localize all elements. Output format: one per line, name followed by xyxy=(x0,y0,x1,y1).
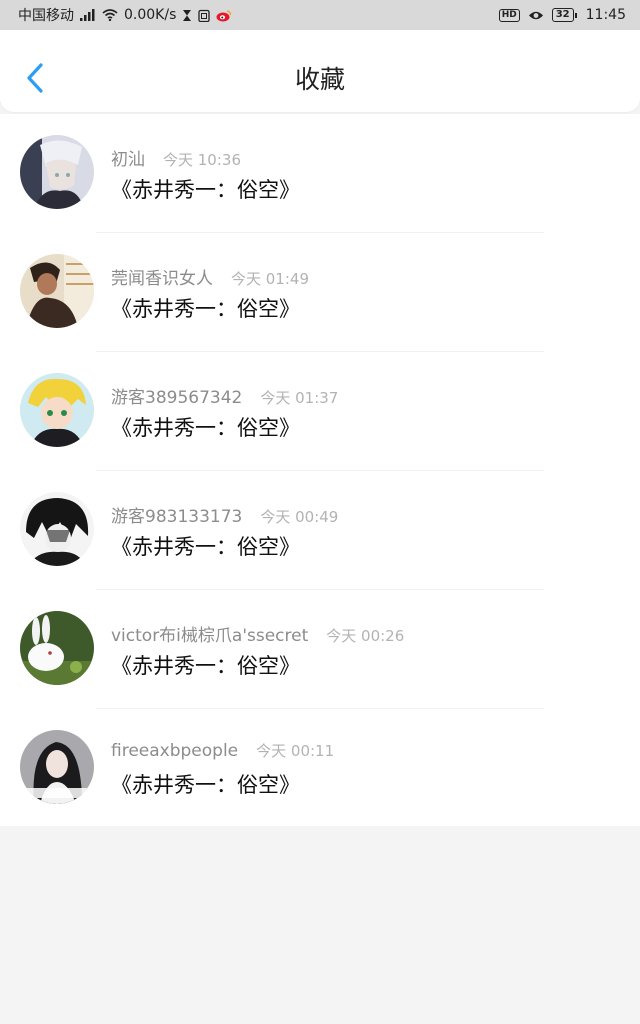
timestamp: 今天 00:26 xyxy=(326,627,405,645)
item-meta: fireeaxbpeople 今天 00:11 xyxy=(111,740,334,761)
favorite-title: 《赤井秀一：俗空》 xyxy=(111,654,300,678)
favorites-list: 初汕 今天 10:36 《赤井秀一：俗空》 莞闻香识女人 今天 01:49 《赤… xyxy=(0,114,640,826)
favorite-item[interactable]: 莞闻香识女人 今天 01:49 《赤井秀一：俗空》 xyxy=(0,233,640,352)
favorite-item[interactable]: fireeaxbpeople 今天 00:11 《赤井秀一：俗空》 xyxy=(0,709,640,828)
username: fireeaxbpeople xyxy=(111,741,239,761)
timestamp: 今天 10:36 xyxy=(163,151,241,169)
favorite-title: 《赤井秀一：俗空》 xyxy=(111,773,300,797)
carrier-label: 中国移动 xyxy=(18,8,74,24)
weibo-icon xyxy=(216,9,232,22)
favorite-item[interactable]: 初汕 今天 10:36 《赤井秀一：俗空》 xyxy=(0,114,640,233)
favorite-title: 《赤井秀一：俗空》 xyxy=(111,416,300,440)
favorite-title: 《赤井秀一：俗空》 xyxy=(111,297,300,321)
timestamp: 今天 00:11 xyxy=(256,742,335,760)
page-title: 收藏 xyxy=(294,65,345,94)
status-bar: 中国移动 0.00K/s HD 32 11:45 xyxy=(0,0,640,30)
wifi-icon xyxy=(102,9,118,21)
item-meta: victor布i械棕爪a'ssecret 今天 00:26 xyxy=(111,621,404,646)
clock-label: 11:45 xyxy=(585,7,626,23)
username: 游客389567342 xyxy=(111,388,243,408)
app-header: 收藏 xyxy=(0,30,640,112)
eye-icon xyxy=(528,10,544,21)
avatar[interactable] xyxy=(20,254,94,328)
timestamp: 今天 01:37 xyxy=(260,389,339,407)
hd-badge: HD xyxy=(498,8,520,22)
item-meta: 初汕 今天 10:36 xyxy=(111,145,241,170)
avatar[interactable] xyxy=(20,135,94,209)
username: 游客983133173 xyxy=(111,507,243,527)
username: 莞闻香识女人 xyxy=(111,269,213,289)
favorite-title: 《赤井秀一：俗空》 xyxy=(111,535,300,559)
favorite-title: 《赤井秀一：俗空》 xyxy=(111,178,300,202)
net-speed-label: 0.00K/s xyxy=(124,7,177,23)
timestamp: 今天 00:49 xyxy=(260,508,339,526)
favorite-item[interactable]: 游客389567342 今天 01:37 《赤井秀一：俗空》 xyxy=(0,352,640,471)
clipboard-icon xyxy=(198,9,211,22)
username: 初汕 xyxy=(111,150,145,170)
item-meta: 游客983133173 今天 00:49 xyxy=(111,502,338,527)
battery-icon: 32 xyxy=(551,8,577,22)
favorite-item[interactable]: 游客983133173 今天 00:49 《赤井秀一：俗空》 xyxy=(0,471,640,590)
hourglass-icon xyxy=(182,9,192,22)
avatar[interactable] xyxy=(20,730,94,804)
item-meta: 莞闻香识女人 今天 01:49 xyxy=(111,264,309,289)
username: victor布i械棕爪a'ssecret xyxy=(111,626,309,646)
favorite-item[interactable]: victor布i械棕爪a'ssecret 今天 00:26 《赤井秀一：俗空》 xyxy=(0,590,640,709)
timestamp: 今天 01:49 xyxy=(231,270,309,288)
signal-icon xyxy=(80,9,96,21)
avatar[interactable] xyxy=(20,492,94,566)
avatar[interactable] xyxy=(20,611,94,685)
item-meta: 游客389567342 今天 01:37 xyxy=(111,383,338,408)
avatar[interactable] xyxy=(20,373,94,447)
